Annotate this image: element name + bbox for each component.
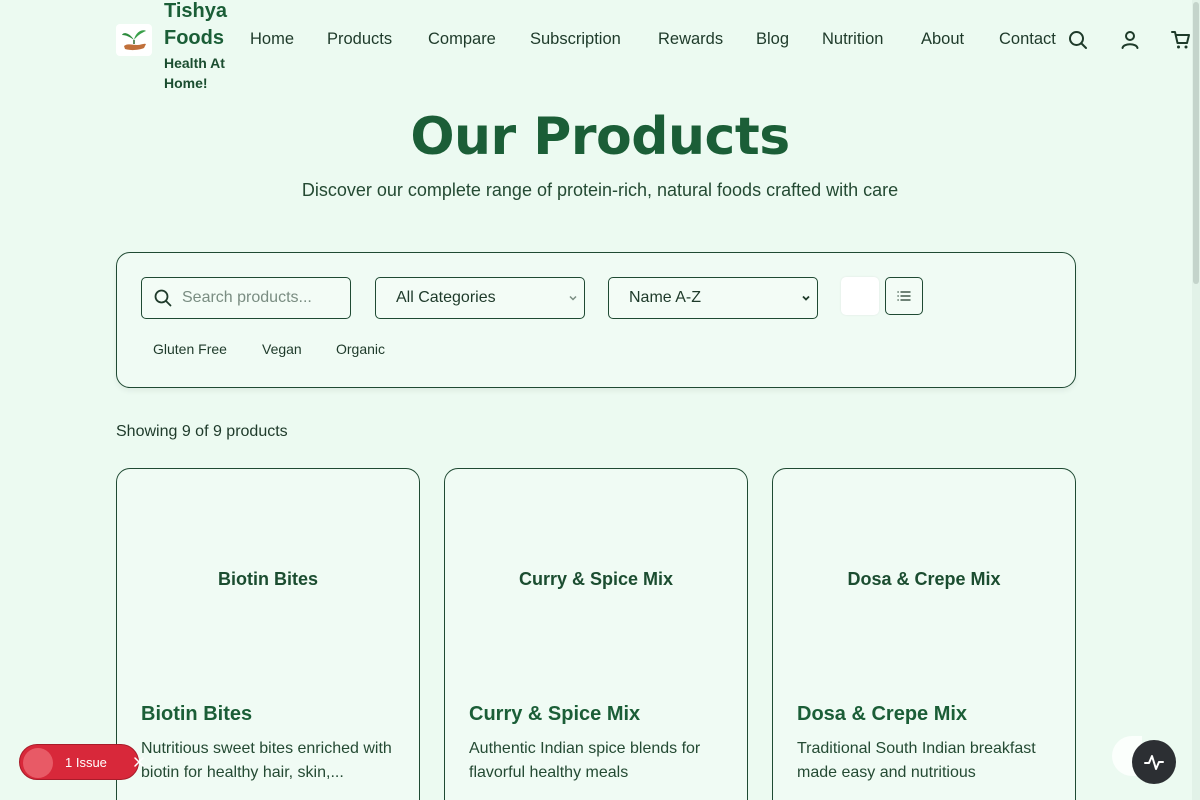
nav-compare[interactable]: Compare: [428, 30, 496, 49]
search-input[interactable]: [182, 278, 342, 317]
product-title[interactable]: Curry & Spice Mix: [469, 703, 640, 726]
product-image[interactable]: Curry & Spice Mix: [445, 469, 747, 689]
category-select-value: All Categories: [396, 289, 496, 306]
sort-select[interactable]: Name A-Z: [608, 277, 818, 319]
close-icon[interactable]: [132, 753, 146, 771]
brand-tagline: Health At Home!: [164, 55, 225, 91]
activity-button[interactable]: [1132, 740, 1176, 784]
results-count: Showing 9 of 9 products: [116, 423, 288, 440]
nav-rewards[interactable]: Rewards: [658, 30, 723, 49]
nav-products[interactable]: Products: [327, 30, 392, 49]
nav-subscription[interactable]: Subscription: [530, 30, 621, 49]
cart-icon[interactable]: [1170, 29, 1192, 51]
product-card[interactable]: Biotin Bites Biotin Bites Nutritious swe…: [116, 468, 420, 800]
list-view-button[interactable]: [885, 277, 923, 315]
product-card[interactable]: Dosa & Crepe Mix Dosa & Crepe Mix Tradit…: [772, 468, 1076, 800]
search-box[interactable]: [141, 277, 351, 319]
nav-blog[interactable]: Blog: [756, 30, 789, 49]
product-description: Authentic Indian spice blends for flavor…: [469, 740, 701, 781]
nav-about[interactable]: About: [921, 30, 964, 49]
issue-count: 1 Issue: [65, 755, 107, 770]
chevron-down-icon: [569, 295, 577, 301]
brand-name: Tishya Foods: [164, 0, 227, 49]
nav-nutrition[interactable]: Nutrition: [822, 30, 883, 49]
issue-indicator: [23, 748, 53, 778]
page-scrollbar[interactable]: [1192, 0, 1200, 800]
leaf-hand-icon: [122, 30, 146, 51]
product-image[interactable]: Biotin Bites: [117, 469, 419, 689]
nav-contact[interactable]: Contact: [999, 30, 1056, 49]
scrollbar-thumb[interactable]: [1193, 2, 1199, 284]
sort-select-value: Name A-Z: [629, 289, 702, 306]
issue-badge[interactable]: 1 Issue: [19, 744, 144, 780]
activity-icon: [1144, 755, 1164, 770]
list-icon: [897, 291, 911, 301]
logo[interactable]: [116, 24, 152, 56]
filter-panel: All Categories Name A-Z Gluten Free Vega…: [116, 252, 1076, 388]
product-card[interactable]: Curry & Spice Mix Curry & Spice Mix Auth…: [444, 468, 748, 800]
user-icon[interactable]: [1119, 29, 1141, 51]
search-icon[interactable]: [1067, 29, 1089, 51]
page-title: Our Products: [410, 107, 790, 167]
search-icon: [154, 289, 172, 307]
product-description: Traditional South Indian breakfast made …: [797, 740, 1036, 781]
category-select[interactable]: All Categories: [375, 277, 585, 319]
chip-organic[interactable]: Organic: [336, 341, 385, 357]
chip-vegan[interactable]: Vegan: [262, 341, 302, 357]
product-description: Nutritious sweet bites enriched with bio…: [141, 740, 392, 781]
page-subtitle: Discover our complete range of protein-r…: [301, 180, 899, 200]
grid-view-button[interactable]: [841, 277, 879, 315]
product-title[interactable]: Biotin Bites: [141, 703, 252, 726]
site-header: Tishya Foods Health At Home! Home Produc…: [0, 0, 1200, 93]
brand[interactable]: Tishya Foods Health At Home!: [164, 0, 244, 93]
chevron-down-icon: [802, 295, 810, 301]
product-title[interactable]: Dosa & Crepe Mix: [797, 703, 967, 726]
product-image[interactable]: Dosa & Crepe Mix: [773, 469, 1075, 689]
nav-home[interactable]: Home: [250, 30, 294, 49]
chip-gluten-free[interactable]: Gluten Free: [153, 341, 227, 357]
